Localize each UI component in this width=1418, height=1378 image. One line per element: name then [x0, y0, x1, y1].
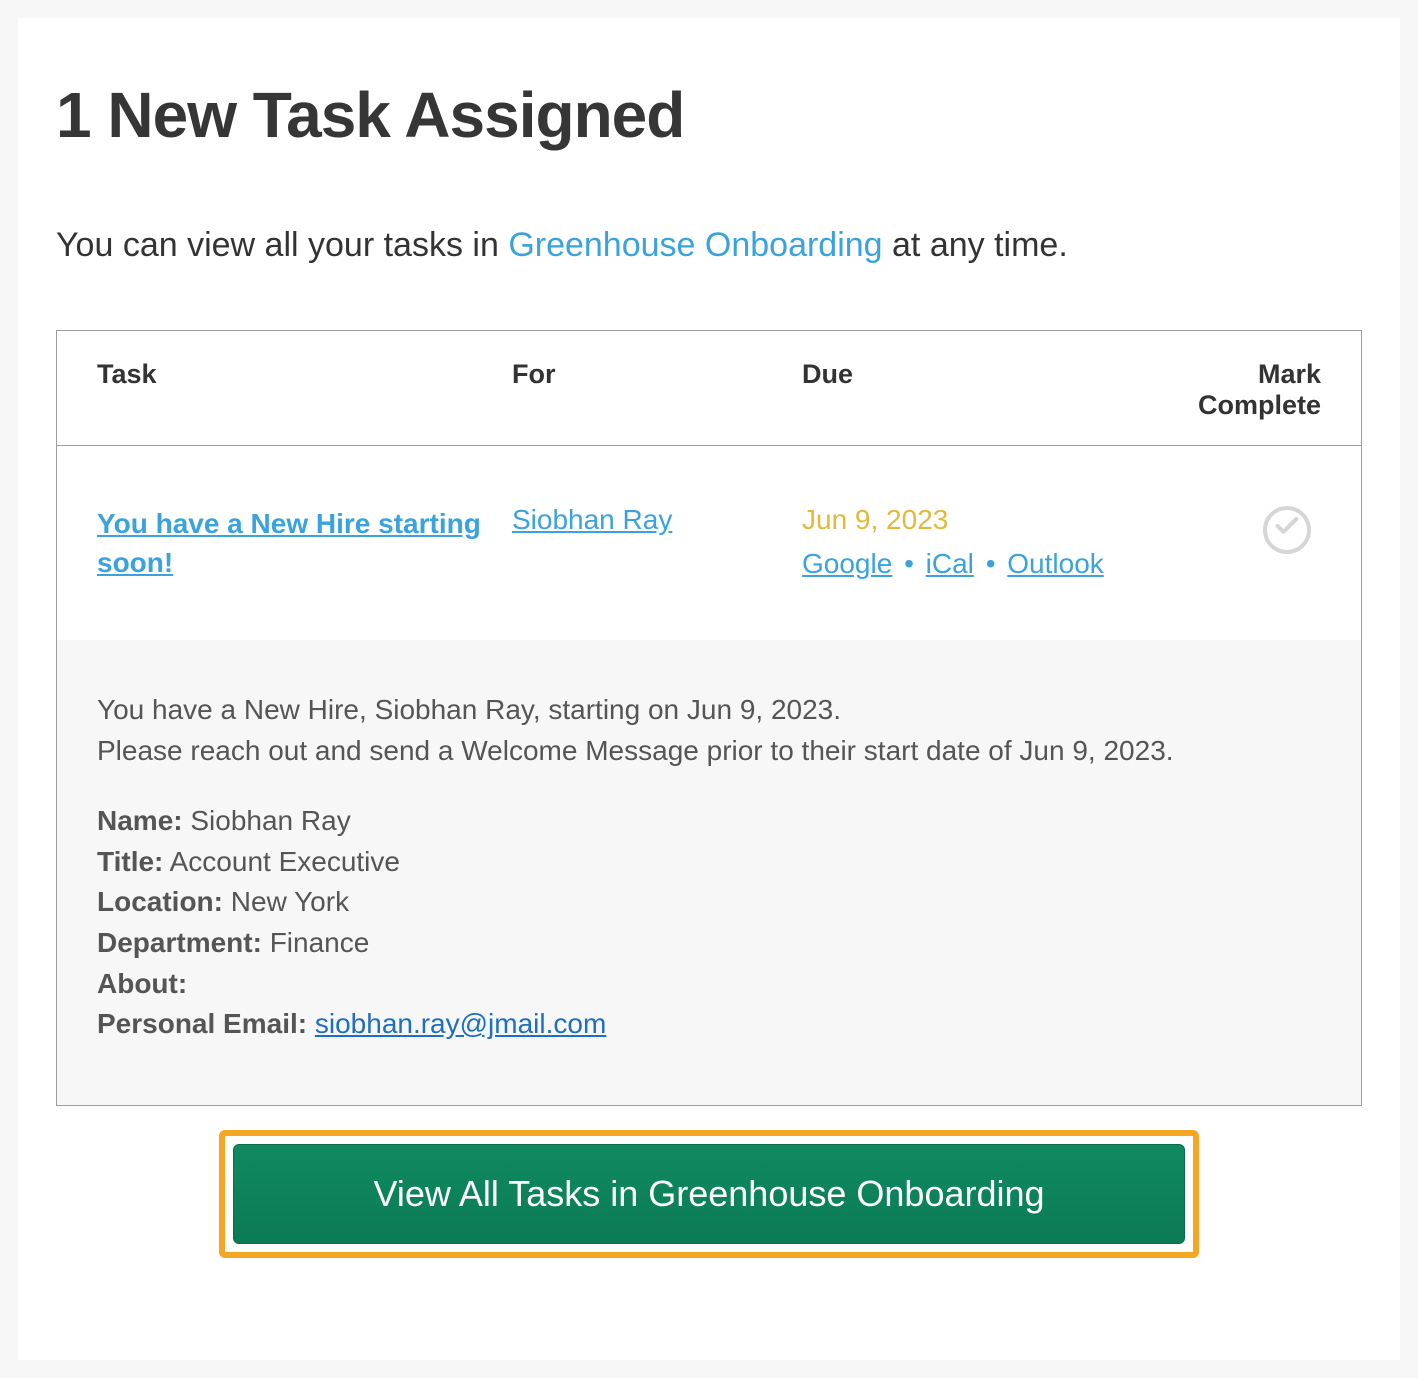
field-personal-email: Personal Email: siobhan.ray@jmail.com [97, 1004, 1321, 1045]
calendar-ical-link[interactable]: iCal [926, 548, 974, 579]
calendar-sep: • [904, 548, 914, 579]
calendar-outlook-link[interactable]: Outlook [1007, 548, 1104, 579]
field-about: About: [97, 964, 1321, 1005]
email-label: Personal Email: [97, 1008, 307, 1039]
name-label: Name: [97, 805, 183, 836]
desc-line-2: Please reach out and send a Welcome Mess… [97, 731, 1321, 772]
cta-highlight-box: View All Tasks in Greenhouse Onboarding [219, 1130, 1199, 1258]
header-mark-complete: Mark Complete [1182, 359, 1321, 421]
view-all-tasks-button[interactable]: View All Tasks in Greenhouse Onboarding [233, 1144, 1185, 1244]
intro-suffix: at any time. [883, 226, 1068, 264]
due-date: Jun 9, 2023 [802, 504, 1182, 536]
department-value: Finance [270, 927, 370, 958]
personal-email-link[interactable]: siobhan.ray@jmail.com [315, 1008, 606, 1039]
task-table: Task For Due Mark Complete You have a Ne… [56, 330, 1362, 1106]
name-value: Siobhan Ray [190, 805, 350, 836]
table-header-row: Task For Due Mark Complete [57, 331, 1361, 445]
table-row: You have a New Hire starting soon! Siobh… [57, 446, 1361, 640]
location-value: New York [231, 886, 349, 917]
field-location: Location: New York [97, 882, 1321, 923]
header-task: Task [97, 359, 512, 421]
task-for-link[interactable]: Siobhan Ray [512, 504, 672, 535]
mark-complete-button[interactable] [1263, 506, 1311, 554]
location-label: Location: [97, 886, 223, 917]
email-card: 1 New Task Assigned You can view all you… [18, 18, 1400, 1360]
calendar-links: Google • iCal • Outlook [802, 548, 1182, 580]
greenhouse-onboarding-link[interactable]: Greenhouse Onboarding [508, 226, 882, 264]
intro-text: You can view all your tasks in Greenhous… [56, 222, 1362, 270]
field-title: Title: Account Executive [97, 842, 1321, 883]
task-name-link[interactable]: You have a New Hire starting soon! [97, 508, 481, 578]
task-detail-panel: You have a New Hire, Siobhan Ray, starti… [57, 640, 1361, 1105]
about-label: About: [97, 968, 187, 999]
desc-line-1: You have a New Hire, Siobhan Ray, starti… [97, 690, 1321, 731]
calendar-sep: • [986, 548, 996, 579]
field-name: Name: Siobhan Ray [97, 801, 1321, 842]
intro-prefix: You can view all your tasks in [56, 226, 508, 264]
field-department: Department: Finance [97, 923, 1321, 964]
calendar-google-link[interactable]: Google [802, 548, 892, 579]
header-due: Due [802, 359, 1182, 421]
task-description: You have a New Hire, Siobhan Ray, starti… [97, 690, 1321, 771]
title-value: Account Executive [170, 846, 400, 877]
checkmark-icon [1273, 512, 1301, 547]
title-label: Title: [97, 846, 163, 877]
header-for: For [512, 359, 802, 421]
page-title: 1 New Task Assigned [56, 78, 1362, 152]
department-label: Department: [97, 927, 262, 958]
